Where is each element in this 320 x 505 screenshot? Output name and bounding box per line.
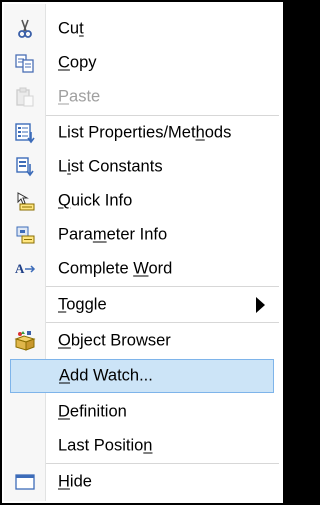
- menu-separator: [46, 115, 279, 116]
- menu-item-paste[interactable]: Paste: [4, 81, 281, 113]
- quick-info-icon: [14, 190, 36, 212]
- menu-item-label: List Constants: [58, 157, 163, 176]
- list-constants-icon: [14, 156, 36, 178]
- menu-item-label: Add Watch...: [59, 366, 153, 385]
- menu-item-complete-word[interactable]: A Complete Word: [4, 253, 281, 285]
- menu-item-copy[interactable]: Copy: [4, 47, 281, 79]
- hide-window-icon: [14, 471, 36, 493]
- menu-separator: [46, 286, 279, 287]
- menu-separator: [46, 463, 279, 464]
- menu-item-hide[interactable]: Hide: [4, 466, 281, 498]
- menu-item-label: List Properties/Methods: [58, 123, 232, 142]
- menu-item-toggle[interactable]: Toggle: [4, 289, 281, 321]
- menu-item-last-position[interactable]: Last Position: [4, 430, 281, 462]
- menu-item-label: Object Browser: [58, 331, 171, 350]
- menu-separator: [46, 322, 279, 323]
- menu-item-label: Cut: [58, 19, 84, 38]
- menu-item-list-properties-methods[interactable]: List Properties/Methods: [4, 117, 281, 149]
- menu-item-label: Paste: [58, 87, 101, 106]
- menu-item-list-constants[interactable]: List Constants: [4, 151, 281, 183]
- complete-word-icon: A: [14, 258, 36, 280]
- menu-item-parameter-info[interactable]: Parameter Info: [4, 219, 281, 251]
- context-menu: Cut Copy Paste List Properties/Methods L…: [0, 0, 285, 505]
- menu-item-add-watch[interactable]: Add Watch...: [10, 359, 274, 393]
- menu-item-label: Last Position: [58, 436, 153, 455]
- menu-item-definition[interactable]: Definition: [4, 396, 281, 428]
- menu-item-label: Copy: [58, 53, 97, 72]
- paste-icon: [14, 86, 36, 108]
- menu-item-cut[interactable]: Cut: [4, 13, 281, 45]
- menu-item-object-browser[interactable]: Object Browser: [4, 325, 281, 357]
- svg-text:A: A: [15, 261, 25, 276]
- submenu-arrow-icon: [256, 297, 265, 313]
- menu-item-label: Parameter Info: [58, 225, 168, 244]
- menu-item-label: Quick Info: [58, 191, 133, 210]
- list-properties-icon: [14, 122, 36, 144]
- scissors-icon: [14, 18, 36, 40]
- menu-item-label: Hide: [58, 472, 92, 491]
- menu-item-label: Complete Word: [58, 259, 173, 278]
- parameter-info-icon: [14, 224, 36, 246]
- menu-item-label: Toggle: [58, 295, 107, 314]
- menu-item-quick-info[interactable]: Quick Info: [4, 185, 281, 217]
- object-browser-icon: [14, 330, 36, 352]
- copy-icon: [14, 52, 36, 74]
- menu-item-label: Definition: [58, 402, 127, 421]
